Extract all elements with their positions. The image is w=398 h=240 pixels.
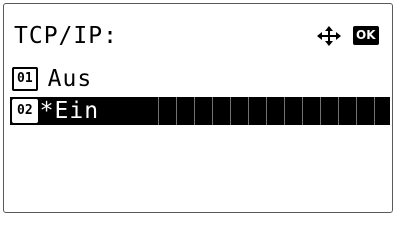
ok-key-icon: OK (353, 26, 379, 45)
option-ein-selected[interactable]: 02 *Ein (10, 97, 390, 125)
option-number-badge: 02 (12, 99, 38, 123)
option-label: *Ein (39, 98, 100, 124)
lcd-grid-line (158, 97, 159, 125)
screen-title: TCP/IP: (14, 23, 118, 49)
lcd-grid-line (248, 97, 249, 125)
lcd-grid-line (356, 97, 357, 125)
lcd-grid-line (302, 97, 303, 125)
option-aus[interactable]: 01 Aus (10, 65, 390, 93)
lcd-panel: TCP/IP: OK 01 Aus 02 *Ein (3, 3, 393, 213)
lcd-grid-line (284, 97, 285, 125)
option-number-badge: 01 (12, 67, 38, 91)
lcd-grid-line (338, 97, 339, 125)
nav-indicators: OK (317, 26, 381, 46)
four-way-arrow-icon (317, 26, 341, 46)
lcd-grid-line (194, 97, 195, 125)
lcd-grid-line (212, 97, 213, 125)
lcd-grid-line (374, 97, 375, 125)
option-label: Aus (47, 66, 93, 92)
lcd-grid-line (266, 97, 267, 125)
lcd-grid-line (176, 97, 177, 125)
lcd-grid-line (230, 97, 231, 125)
lcd-grid-line (320, 97, 321, 125)
